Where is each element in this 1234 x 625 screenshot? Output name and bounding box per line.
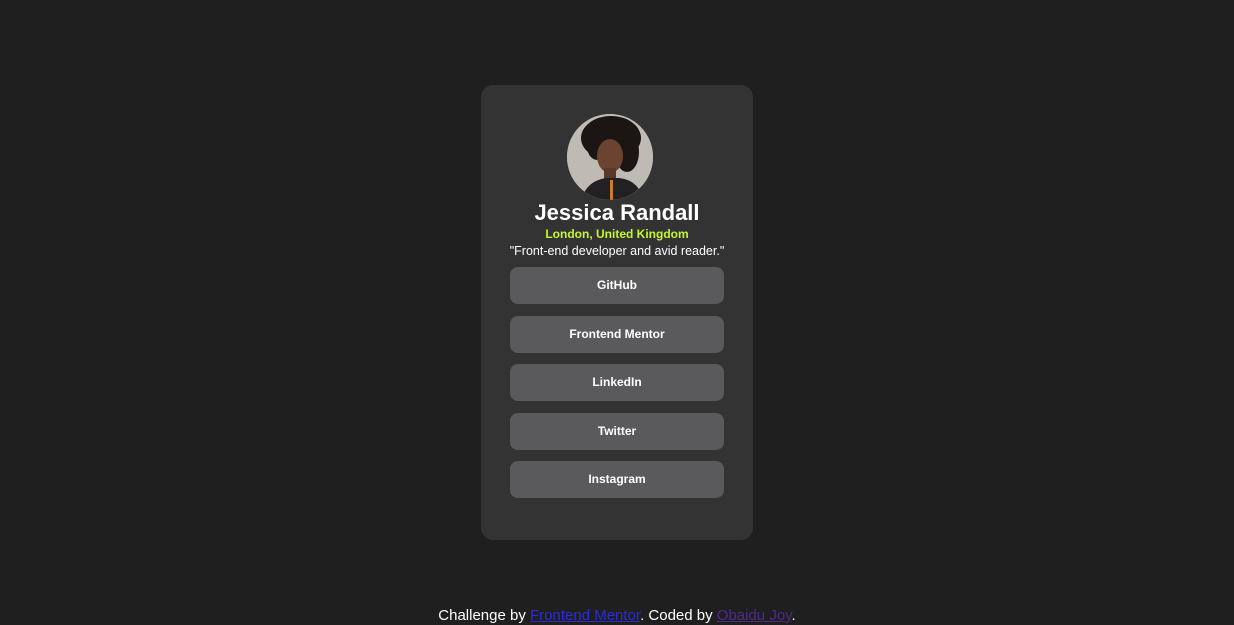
page: Jessica Randall London, United Kingdom "…	[0, 0, 1234, 625]
footer-middle: . Coded by	[640, 607, 717, 624]
attribution-footer: Challenge by Frontend Mentor. Coded by O…	[0, 606, 1234, 625]
twitter-button[interactable]: Twitter	[510, 412, 724, 450]
social-links: GitHub Frontend Mentor LinkedIn Twitter …	[510, 267, 724, 510]
instagram-button[interactable]: Instagram	[510, 461, 724, 498]
github-button[interactable]: GitHub	[510, 267, 724, 304]
avatar-image	[567, 114, 653, 200]
profile-card: Jessica Randall London, United Kingdom "…	[481, 85, 753, 540]
linkedin-button[interactable]: LinkedIn	[510, 364, 724, 401]
profile-location: London, United Kingdom	[545, 227, 689, 241]
author-link[interactable]: Obaidu Joy	[717, 607, 792, 624]
frontend-mentor-link[interactable]: Frontend Mentor	[530, 607, 640, 624]
profile-bio: "Front-end developer and avid reader."	[509, 244, 725, 258]
profile-name: Jessica Randall	[534, 200, 700, 225]
footer-prefix: Challenge by	[438, 607, 530, 624]
avatar	[567, 114, 653, 200]
footer-suffix: .	[791, 607, 796, 624]
frontend-mentor-button[interactable]: Frontend Mentor	[510, 315, 724, 353]
